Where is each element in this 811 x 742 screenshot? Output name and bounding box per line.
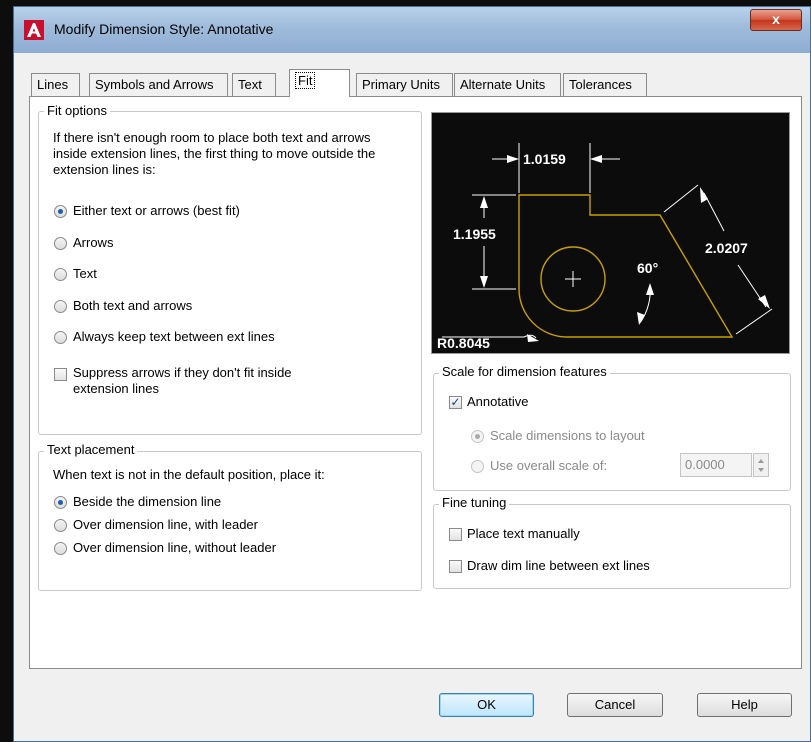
tab-tolerances[interactable]: Tolerances: [563, 73, 647, 96]
draw-dim-line-label: Draw dim line between ext lines: [467, 558, 650, 573]
radio-label: Use overall scale of:: [490, 458, 608, 473]
tab-primary-units[interactable]: Primary Units: [356, 73, 453, 96]
fit-options-description: If there isn't enough room to place both…: [53, 130, 376, 177]
place-text-manually-label: Place text manually: [467, 526, 580, 541]
radio-label: Text: [73, 266, 97, 281]
preview-radius: R0.8045: [437, 335, 490, 351]
tab-label: Symbols and Arrows: [95, 77, 214, 92]
autocad-app-icon: [24, 20, 44, 40]
tab-label: Lines: [37, 77, 69, 92]
tab-label: Tolerances: [569, 77, 632, 92]
radio-label: Arrows: [73, 235, 114, 250]
tab-lines[interactable]: Lines: [31, 73, 80, 96]
radio-label: Beside the dimension line: [73, 494, 222, 509]
draw-dim-line-checkbox[interactable]: [449, 560, 462, 573]
overall-scale-input[interactable]: 0.0000: [680, 453, 752, 477]
radio-always-keep-text[interactable]: [54, 331, 67, 344]
radio-scale-to-layout[interactable]: [471, 430, 484, 443]
radio-best-fit[interactable]: [54, 205, 67, 218]
fine-tuning-legend: Fine tuning: [439, 495, 510, 510]
help-button[interactable]: Help: [697, 693, 792, 717]
radio-arrows[interactable]: [54, 237, 67, 250]
fit-options-legend: Fit options: [44, 103, 110, 118]
spin-down-icon: [758, 468, 764, 472]
radio-over-without-leader[interactable]: [54, 542, 67, 555]
tab-text[interactable]: Text: [232, 73, 276, 96]
preview-dim-right: 2.0207: [705, 240, 748, 256]
annotative-label: Annotative: [467, 394, 529, 409]
radio-overall-scale[interactable]: [471, 460, 484, 473]
radio-label: Over dimension line, with leader: [73, 517, 258, 532]
tab-symbols-and-arrows[interactable]: Symbols and Arrows: [89, 73, 228, 96]
text-placement-legend: Text placement: [44, 442, 138, 457]
title-bar[interactable]: Modify Dimension Style: Annotative x: [14, 7, 810, 53]
suppress-arrows-label: Suppress arrows if they don't fit inside…: [73, 365, 292, 396]
radio-text[interactable]: [54, 268, 67, 281]
radio-beside-dimension-line[interactable]: [54, 496, 67, 509]
fit-tab-panel: Fit options If there isn't enough room t…: [29, 96, 802, 669]
close-button[interactable]: x: [750, 9, 802, 31]
window-title: Modify Dimension Style: Annotative: [54, 21, 274, 37]
preview-angle: 60°: [637, 260, 658, 276]
radio-label: Scale dimensions to layout: [490, 428, 645, 443]
dimension-preview: 1.0159 1.1955 2.0207 60° R0.8045: [431, 112, 790, 354]
tab-label: Fit: [295, 72, 316, 89]
radio-label: Either text or arrows (best fit): [73, 203, 240, 218]
suppress-arrows-checkbox[interactable]: [54, 368, 67, 381]
radio-label: Over dimension line, without leader: [73, 540, 277, 555]
tab-label: Primary Units: [362, 77, 441, 92]
preview-drawing: 1.0159 1.1955 2.0207 60° R0.8045: [437, 143, 773, 351]
annotative-checkbox[interactable]: ✓: [449, 396, 462, 409]
ok-button[interactable]: OK: [439, 693, 534, 717]
scale-legend: Scale for dimension features: [439, 364, 610, 379]
overall-scale-spinner[interactable]: [753, 453, 769, 477]
dialog-client: Lines Symbols and Arrows Text Fit Primar…: [21, 53, 803, 735]
fine-tuning-group: [433, 504, 791, 589]
preview-dim-top: 1.0159: [523, 151, 566, 167]
spin-up-icon: [758, 459, 764, 463]
place-text-manually-checkbox[interactable]: [449, 528, 462, 541]
preview-dim-left: 1.1955: [453, 226, 496, 242]
dialog-window: Modify Dimension Style: Annotative x Lin…: [13, 6, 811, 742]
radio-over-with-leader[interactable]: [54, 519, 67, 532]
radio-label: Both text and arrows: [73, 298, 193, 313]
tab-label: Text: [238, 77, 262, 92]
tab-label: Alternate Units: [460, 77, 546, 92]
radio-both-text-and-arrows[interactable]: [54, 300, 67, 313]
tab-fit[interactable]: Fit: [289, 69, 350, 97]
tab-alternate-units[interactable]: Alternate Units: [454, 73, 561, 96]
cancel-button[interactable]: Cancel: [567, 693, 663, 717]
text-placement-description: When text is not in the default position…: [53, 467, 325, 482]
preview-geometry: [518, 194, 734, 338]
radio-label: Always keep text between ext lines: [73, 329, 275, 344]
